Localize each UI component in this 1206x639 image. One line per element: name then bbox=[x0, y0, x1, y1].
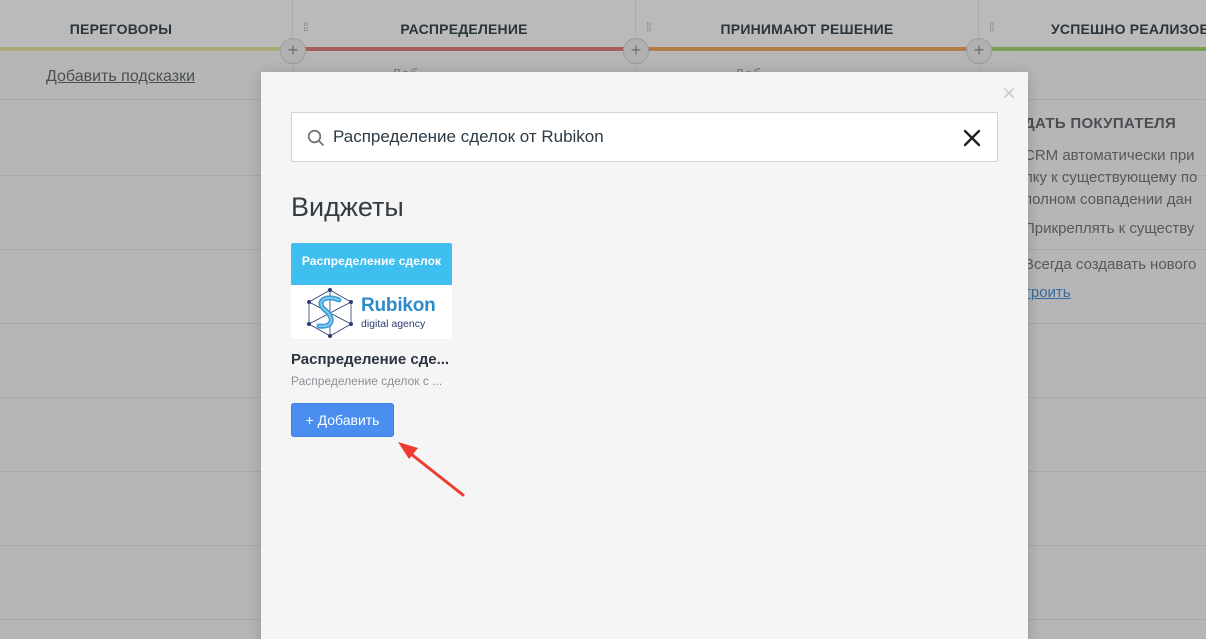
annotation-arrow-icon bbox=[398, 442, 465, 497]
widget-search-modal: × Виджеты Распределение сделок bbox=[261, 72, 1028, 639]
widget-banner: Распределение сделок bbox=[291, 243, 452, 285]
brand-name: Rubikon bbox=[361, 295, 436, 316]
search-input[interactable] bbox=[333, 113, 933, 161]
rubikon-logo-icon bbox=[307, 288, 353, 338]
close-icon[interactable]: × bbox=[1002, 82, 1016, 106]
brand-subtitle: digital agency bbox=[361, 318, 426, 330]
clear-search-icon[interactable] bbox=[963, 129, 981, 147]
add-widget-button[interactable]: + Добавить bbox=[291, 403, 394, 437]
search-icon bbox=[307, 129, 324, 146]
widget-card[interactable]: Распределение сделок Rubikon digital age… bbox=[291, 243, 453, 388]
widget-description: Распределение сделок с ... bbox=[291, 374, 443, 388]
widget-thumbnail[interactable]: Распределение сделок Rubikon digital age… bbox=[291, 243, 452, 339]
widget-search-field[interactable] bbox=[291, 112, 998, 162]
rubikon-logo: Rubikon digital agency bbox=[291, 285, 452, 339]
widget-name[interactable]: Распределение сде... bbox=[291, 351, 453, 368]
widgets-section-title: Виджеты bbox=[291, 192, 404, 222]
